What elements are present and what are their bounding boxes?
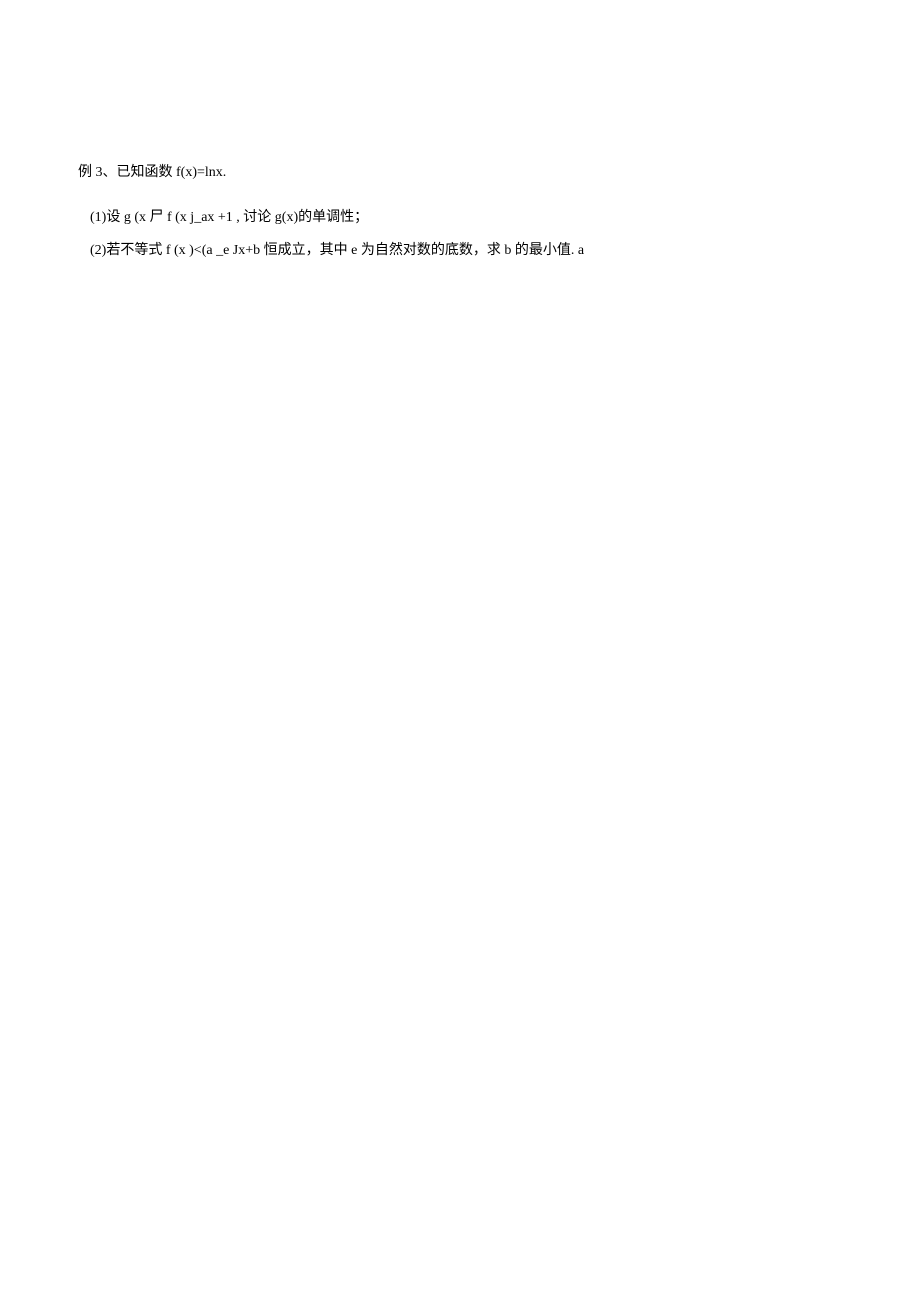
problem-title: 例 3、已知函数 f(x)=lnx. bbox=[78, 160, 842, 185]
problem-part-2: (2)若不等式 f (x )<(a _e Jx+b 恒成立，其中 e 为自然对数… bbox=[90, 238, 842, 263]
problem-part-1: (1)设 g (x 尸 f (x j_ax +1 , 讨论 g(x)的单调性； bbox=[90, 205, 842, 230]
